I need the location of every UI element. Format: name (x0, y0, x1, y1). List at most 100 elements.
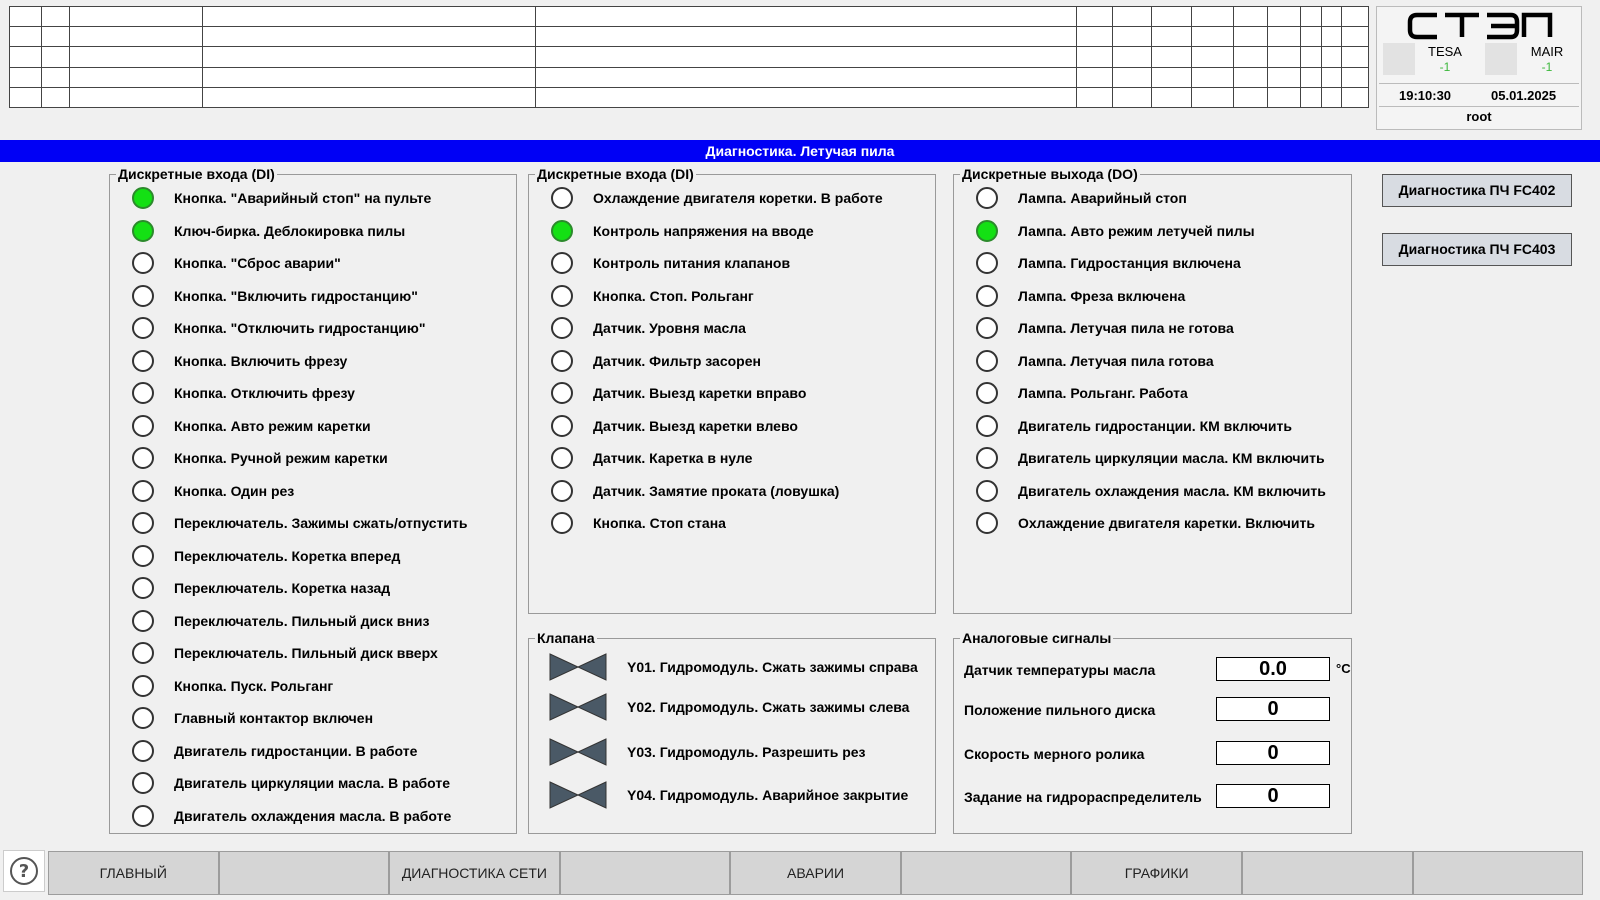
status-led-icon (976, 317, 998, 339)
nav-button[interactable]: ГРАФИКИ (1071, 851, 1242, 895)
alarm-cell (1267, 86, 1301, 109)
alarm-cell (1321, 86, 1342, 109)
nav-button[interactable]: ГЛАВНЫЙ (48, 851, 219, 895)
alarm-cell (1300, 86, 1322, 109)
di-mid-label: Датчик. Каретка в нуле (593, 450, 753, 466)
di-left-row: Переключатель. Зажимы сжать/отпустить (110, 510, 468, 536)
analog-panel: Аналоговые сигналы Датчик температуры ма… (953, 630, 1354, 834)
analog-row: Скорость мерного ролика 0 (964, 741, 1354, 767)
status-led-icon (132, 544, 154, 567)
analog-value-field: 0 (1216, 784, 1330, 808)
di-left-label: Кнопка. "Сброс аварии" (174, 255, 341, 271)
di-mid-label: Контроль питания клапанов (593, 255, 791, 271)
nav-button[interactable]: ДИАГНОСТИКА СЕТИ (389, 851, 560, 895)
di-left-label: Кнопка. "Аварийный стоп" на пульте (174, 190, 432, 206)
di-mid-row: Охлаждение двигателя коретки. В работе (529, 185, 883, 211)
do-row: Лампа. Летучая пила готова (954, 348, 1214, 374)
status-led-icon (976, 479, 998, 502)
di-left-label: Переключатель. Коретка вперед (174, 547, 401, 564)
fc402-diagnostics-button[interactable]: Диагностика ПЧ FC402 (1382, 174, 1572, 207)
alarm-cell (1233, 46, 1268, 68)
alarm-cell (1233, 26, 1268, 48)
nav-button[interactable] (900, 851, 1072, 895)
di-left-row: Переключатель. Коретка назад (110, 575, 390, 601)
clock-date: 05.01.2025 (1491, 88, 1557, 103)
valve-label: Y04. Гидромодуль. Аварийное закрытие (627, 787, 909, 803)
alarm-row (9, 5, 1369, 28)
analog-label: Скорость мерного ролика (964, 746, 1145, 762)
di-left-row: Главный контактор включен (110, 705, 373, 731)
di-left-row: Кнопка. "Включить гидростанцию" (110, 283, 418, 309)
alarm-cell (1300, 5, 1322, 28)
alarm-cell (1076, 66, 1113, 88)
alarm-cell (535, 66, 1077, 88)
alarm-cell (1233, 86, 1268, 109)
do-label: Двигатель охлаждения масла. КМ включить (1018, 482, 1326, 499)
do-title: Дискретные выхода (DO) (960, 166, 1140, 182)
status-led-icon (551, 252, 573, 274)
nav-button[interactable] (1412, 851, 1584, 895)
di-mid-label: Датчик. Выезд каретки вправо (593, 385, 807, 401)
di-left-row: Кнопка. Отключить фрезу (110, 380, 355, 406)
fc403-diagnostics-button[interactable]: Диагностика ПЧ FC403 (1382, 233, 1572, 266)
alarm-cell (1233, 66, 1268, 88)
valve-icon (549, 738, 607, 766)
di-left-label: Переключатель. Коретка назад (174, 580, 391, 596)
di-mid-label: Кнопка. Стоп. Рольганг (593, 287, 754, 304)
alarm-cell (41, 86, 70, 109)
alarm-cell (9, 5, 42, 28)
di-left-row: Кнопка. "Аварийный стоп" на пульте (110, 185, 431, 211)
do-row: Двигатель охлаждения масла. КМ включить (954, 478, 1326, 504)
help-button[interactable]: ? (3, 850, 45, 892)
alarm-row (9, 46, 1369, 68)
di-mid-row: Датчик. Каретка в нуле (529, 445, 752, 471)
status-led-icon (132, 739, 154, 762)
analog-label: Датчик температуры масла (964, 662, 1156, 678)
di-left-label: Главный контактор включен (174, 710, 374, 726)
di-left-row: Переключатель. Коретка вперед (110, 543, 400, 569)
di-left-label: Двигатель гидростанции. В работе (174, 742, 418, 759)
do-row: Двигатель циркуляции масла. КМ включить (954, 445, 1325, 471)
alarm-row (9, 66, 1369, 88)
nav-button[interactable]: АВАРИИ (730, 851, 901, 895)
do-row: Лампа. Авто режим летучей пилы (954, 218, 1255, 244)
status-led-icon (132, 414, 154, 437)
status-led-icon (132, 382, 154, 404)
do-label: Лампа. Аварийный стоп (1018, 190, 1187, 206)
di-left-label: Переключатель. Пильный диск вниз (174, 612, 430, 629)
di-left-row: Ключ-бирка. Деблокировка пилы (110, 218, 405, 244)
di-mid-row: Контроль питания клапанов (529, 250, 790, 276)
alarm-cell (1151, 5, 1192, 28)
alarm-cell (1112, 5, 1152, 28)
alarm-cell (1341, 86, 1369, 109)
di-left-label: Кнопка. Авто режим каретки (174, 417, 371, 434)
alarm-cell (1191, 26, 1234, 48)
analog-value-field: 0 (1216, 741, 1330, 765)
status-led-icon (132, 219, 154, 242)
alarm-cell (1112, 86, 1152, 109)
do-label: Лампа. Летучая пила не готова (1018, 320, 1234, 336)
analog-row: Датчик температуры масла 0.0 °C (964, 657, 1354, 683)
do-panel: Дискретные выхода (DO) Лампа. Аварийный … (953, 166, 1352, 614)
status-led-icon (976, 187, 998, 209)
status-led-icon (132, 447, 154, 469)
di-left-title: Дискретные входа (DI) (116, 166, 277, 182)
do-label: Охлаждение двигателя каретки. Включить (1018, 515, 1316, 531)
di-mid-row: Датчик. Замятие проката (ловушка) (529, 478, 839, 504)
alarm-row (9, 26, 1369, 48)
di-mid-label: Датчик. Замятие проката (ловушка) (593, 482, 840, 499)
alarm-cell (41, 66, 70, 88)
do-label: Лампа. Летучая пила готова (1018, 352, 1214, 369)
status-led-icon (132, 512, 154, 534)
status-led-icon (976, 349, 998, 372)
status-led-icon (551, 479, 573, 502)
status-led-icon (132, 707, 154, 729)
status-led-icon (976, 382, 998, 404)
alarm-cell (1267, 46, 1301, 68)
nav-button[interactable] (218, 851, 390, 895)
di-left-row: Кнопка. Ручной режим каретки (110, 445, 388, 471)
di-mid-label: Датчик. Выезд каретки влево (593, 417, 798, 434)
alarm-table (9, 5, 1369, 109)
nav-button[interactable] (559, 851, 731, 895)
nav-button[interactable] (1241, 851, 1413, 895)
